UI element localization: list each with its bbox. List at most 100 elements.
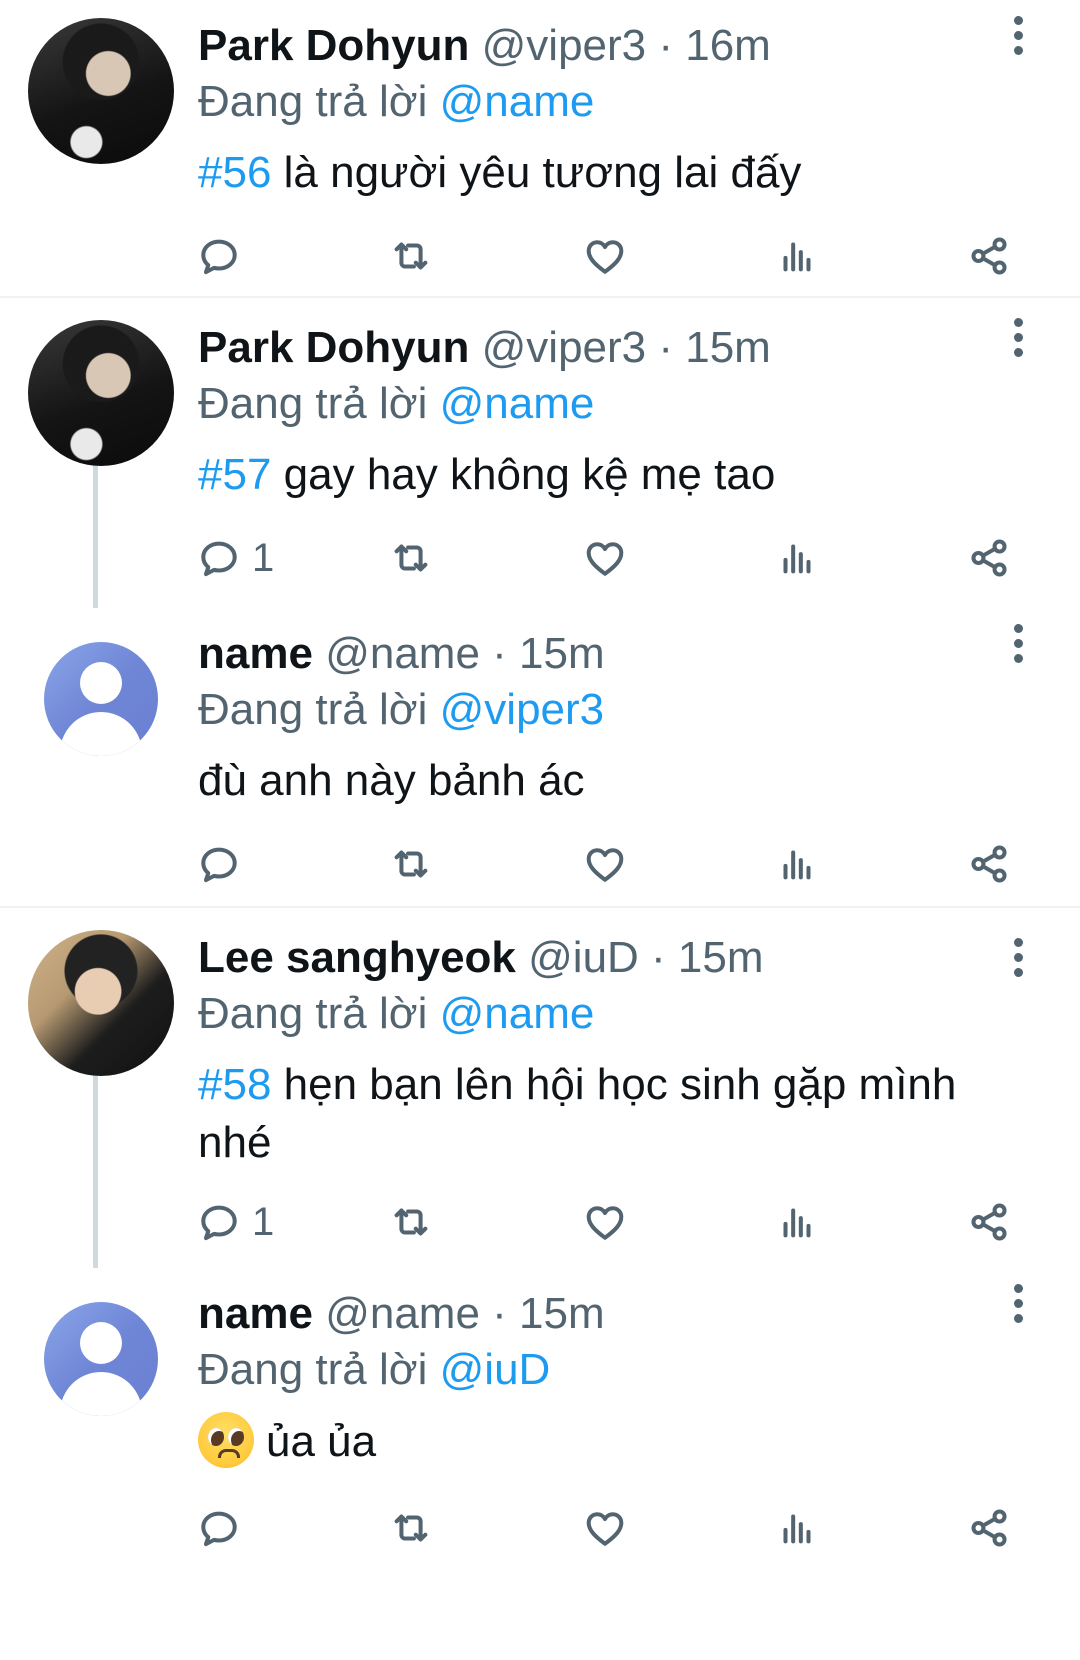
tweet[interactable]: name @name · 15m Đang trả lời @iuD ủa ủa — [0, 1268, 1080, 1660]
reply-icon — [196, 1199, 242, 1245]
more-options-icon[interactable] — [1010, 16, 1026, 60]
retweet-button[interactable] — [388, 1498, 434, 1558]
handle-and-time: @viper3 · 15m — [481, 323, 771, 372]
replying-to: Đang trả lời @iuD — [198, 1342, 1010, 1398]
tweet-text: #56 là người yêu tương lai đấy — [198, 144, 1010, 202]
share-icon — [966, 1505, 1012, 1551]
heart-icon — [582, 1199, 628, 1245]
tweet-body: là người yêu tương lai đấy — [271, 148, 802, 197]
hashtag-link[interactable]: #57 — [198, 450, 271, 499]
tweet[interactable]: Park Dohyun @viper3 · 15m Đang trả lời @… — [0, 298, 1080, 608]
share-icon — [966, 841, 1012, 887]
reply-button[interactable] — [196, 1498, 252, 1558]
handle-and-time: @name · 15m — [325, 629, 605, 678]
like-button[interactable] — [582, 834, 628, 894]
tweet-text: đù anh này bảnh ác — [198, 752, 1010, 810]
replying-to-label: Đang trả lời — [198, 77, 428, 126]
more-options-icon[interactable] — [1010, 624, 1026, 668]
tweet-body: gay hay không kệ mẹ tao — [271, 450, 776, 499]
reply-count: 1 — [252, 535, 275, 580]
tweet[interactable]: Lee sanghyeok @iuD · 15m Đang trả lời @n… — [0, 908, 1080, 1268]
views-icon — [774, 841, 820, 887]
replying-to: Đang trả lời @name — [198, 986, 1010, 1042]
tweet-header: name @name · 15m — [198, 1286, 1010, 1342]
tweet-actions — [0, 834, 1080, 894]
heart-icon — [582, 1505, 628, 1551]
retweet-button[interactable] — [388, 1192, 434, 1252]
more-options-icon[interactable] — [1010, 318, 1026, 362]
views-button[interactable] — [774, 1192, 820, 1252]
like-button[interactable] — [582, 226, 628, 286]
handle-and-time: @name · 15m — [325, 1289, 605, 1338]
tweet-text: #58 hẹn bạn lên hội học sinh gặp mình nh… — [198, 1056, 1010, 1172]
tweet[interactable]: name @name · 15m Đang trả lời @viper3 đù… — [0, 608, 1080, 906]
tweet-text: ủa ủa — [198, 1412, 1010, 1471]
replying-to-label: Đang trả lời — [198, 685, 428, 734]
reply-button[interactable] — [196, 226, 252, 286]
tweet-header: Park Dohyun @viper3 · 15m — [198, 320, 1010, 376]
tweet-actions: 1 — [0, 1192, 1080, 1252]
retweet-button[interactable] — [388, 528, 434, 588]
replying-to: Đang trả lời @name — [198, 74, 1010, 130]
display-name[interactable]: name — [198, 629, 313, 678]
hashtag-link[interactable]: #56 — [198, 148, 271, 197]
retweet-icon — [388, 841, 434, 887]
tweet-actions — [0, 1498, 1080, 1558]
share-icon — [966, 233, 1012, 279]
avatar[interactable] — [44, 1302, 158, 1416]
views-icon — [774, 1505, 820, 1551]
reply-button[interactable]: 1 — [196, 1192, 274, 1252]
more-options-icon[interactable] — [1010, 938, 1026, 982]
display-name[interactable]: Park Dohyun — [198, 21, 469, 70]
share-button[interactable] — [966, 226, 1012, 286]
views-button[interactable] — [774, 528, 820, 588]
share-button[interactable] — [966, 834, 1012, 894]
views-button[interactable] — [774, 1498, 820, 1558]
like-button[interactable] — [582, 528, 628, 588]
mention-link[interactable]: @name — [440, 989, 595, 1038]
views-button[interactable] — [774, 834, 820, 894]
tweet-text: #57 gay hay không kệ mẹ tao — [198, 446, 1010, 504]
avatar[interactable] — [28, 320, 174, 466]
mention-link[interactable]: @name — [440, 379, 595, 428]
display-name[interactable]: Lee sanghyeok — [198, 933, 516, 982]
avatar[interactable] — [44, 642, 158, 756]
more-options-icon[interactable] — [1010, 1284, 1026, 1328]
display-name[interactable]: Park Dohyun — [198, 323, 469, 372]
display-name[interactable]: name — [198, 1289, 313, 1338]
share-icon — [966, 535, 1012, 581]
retweet-button[interactable] — [388, 834, 434, 894]
reply-count: 1 — [252, 1199, 275, 1244]
views-button[interactable] — [774, 226, 820, 286]
tweet-actions: 1 — [0, 528, 1080, 588]
reply-button[interactable]: 1 — [196, 528, 274, 588]
reply-button[interactable] — [196, 834, 252, 894]
share-button[interactable] — [966, 1498, 1012, 1558]
mention-link[interactable]: @iuD — [440, 1345, 551, 1394]
reply-icon — [196, 233, 242, 279]
tweet-body: đù anh này bảnh ác — [198, 756, 585, 805]
share-icon — [966, 1199, 1012, 1245]
views-icon — [774, 1199, 820, 1245]
pleading-face-emoji — [198, 1412, 254, 1468]
like-button[interactable] — [582, 1498, 628, 1558]
avatar[interactable] — [28, 930, 174, 1076]
views-icon — [774, 233, 820, 279]
retweet-icon — [388, 535, 434, 581]
retweet-button[interactable] — [388, 226, 434, 286]
retweet-icon — [388, 1505, 434, 1551]
mention-link[interactable]: @viper3 — [440, 685, 605, 734]
avatar[interactable] — [28, 18, 174, 164]
tweet-body: hẹn bạn lên hội học sinh gặp mình nhé — [198, 1060, 957, 1167]
heart-icon — [582, 233, 628, 279]
replying-to: Đang trả lời @name — [198, 376, 1010, 432]
mention-link[interactable]: @name — [440, 77, 595, 126]
tweet-body: ủa ủa — [266, 1417, 377, 1466]
hashtag-link[interactable]: #58 — [198, 1060, 271, 1109]
share-button[interactable] — [966, 528, 1012, 588]
share-button[interactable] — [966, 1192, 1012, 1252]
reply-icon — [196, 1505, 242, 1551]
like-button[interactable] — [582, 1192, 628, 1252]
retweet-icon — [388, 1199, 434, 1245]
tweet[interactable]: Park Dohyun @viper3 · 16m Đang trả lời @… — [0, 0, 1080, 296]
